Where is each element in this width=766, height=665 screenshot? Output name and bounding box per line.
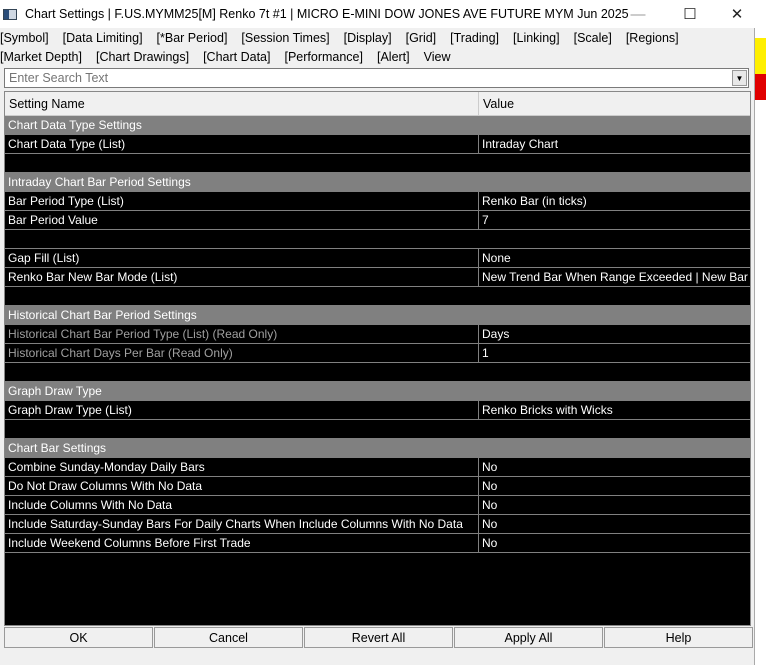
menu-item[interactable]: [Chart Data]	[203, 50, 270, 64]
setting-row[interactable]: Historical Chart Days Per Bar (Read Only…	[5, 344, 750, 363]
blank-row	[5, 287, 750, 306]
setting-row[interactable]: Bar Period Type (List) Renko Bar (in tick…	[5, 192, 750, 211]
setting-row[interactable]: Combine Sunday-Monday Daily Bars No	[5, 458, 750, 477]
setting-name: Historical Chart Days Per Bar (Read Only…	[5, 344, 479, 362]
menu-item[interactable]: [Regions]	[626, 31, 679, 45]
section-title: Intraday Chart Bar Period Settings	[8, 175, 191, 189]
menu-item[interactable]: [Session Times]	[241, 31, 329, 45]
menu-item[interactable]: [Linking]	[513, 31, 560, 45]
setting-value[interactable]: No	[479, 534, 750, 552]
maximize-button[interactable]: ☐	[667, 0, 713, 28]
blank-row	[5, 154, 750, 173]
setting-name: Include Columns With No Data	[5, 496, 479, 514]
menu-item[interactable]: [Display]	[344, 31, 392, 45]
menu-item[interactable]: View	[424, 50, 451, 64]
search-input[interactable]	[5, 71, 732, 85]
app-icon	[3, 8, 17, 20]
setting-value[interactable]: No	[479, 477, 750, 495]
menu-item[interactable]: [Performance]	[284, 50, 363, 64]
menu-item[interactable]: [Grid]	[406, 31, 437, 45]
menu-item[interactable]: [Chart Drawings]	[96, 50, 189, 64]
setting-value[interactable]: None	[479, 249, 750, 267]
setting-name: Do Not Draw Columns With No Data	[5, 477, 479, 495]
setting-row[interactable]: Renko Bar New Bar Mode (List) New Trend B…	[5, 268, 750, 287]
setting-name: Combine Sunday-Monday Daily Bars	[5, 458, 479, 476]
setting-row[interactable]: Include Saturday-Sunday Bars For Daily C…	[5, 515, 750, 534]
close-button[interactable]: ✕	[714, 0, 760, 28]
blank-row	[5, 420, 750, 439]
settings-grid: Setting Name Value Chart Data Type Setti…	[4, 91, 751, 626]
apply-all-button[interactable]: Apply All	[454, 627, 603, 648]
section-header[interactable]: Historical Chart Bar Period Settings	[5, 306, 750, 325]
setting-row[interactable]: Historical Chart Bar Period Type (List) …	[5, 325, 750, 344]
button-bar: OK Cancel Revert All Apply All Help	[4, 627, 754, 648]
ok-button[interactable]: OK	[4, 627, 153, 648]
chevron-down-icon[interactable]: ▼	[732, 70, 747, 86]
setting-name: Chart Data Type (List)	[5, 135, 479, 153]
setting-name: Renko Bar New Bar Mode (List)	[5, 268, 479, 286]
minimize-button[interactable]: —	[615, 0, 661, 28]
section-title: Graph Draw Type	[8, 384, 102, 398]
setting-name: Gap Fill (List)	[5, 249, 479, 267]
section-header[interactable]: Chart Data Type Settings	[5, 116, 750, 135]
menu-item[interactable]: [*Bar Period]	[157, 31, 228, 45]
setting-name: Historical Chart Bar Period Type (List) …	[5, 325, 479, 343]
column-header-setting-name[interactable]: Setting Name	[5, 92, 479, 115]
title-bar: Chart Settings | F.US.MYMM25[M] Renko 7t…	[0, 0, 755, 28]
revert-all-button[interactable]: Revert All	[304, 627, 453, 648]
setting-row[interactable]: Chart Data Type (List) Intraday Chart	[5, 135, 750, 154]
blank-row	[5, 230, 750, 249]
section-title: Chart Data Type Settings	[8, 118, 142, 132]
help-button[interactable]: Help	[604, 627, 753, 648]
search-box[interactable]: ▼	[4, 68, 749, 88]
setting-value[interactable]: Renko Bar (in ticks)	[479, 192, 750, 210]
section-header[interactable]: Chart Bar Settings	[5, 439, 750, 458]
column-header-value[interactable]: Value	[479, 92, 514, 115]
setting-value[interactable]: No	[479, 515, 750, 533]
setting-value: Days	[482, 327, 510, 341]
setting-row[interactable]: Do Not Draw Columns With No Data No	[5, 477, 750, 496]
setting-value: 1	[482, 346, 489, 360]
section-header[interactable]: Intraday Chart Bar Period Settings	[5, 173, 750, 192]
setting-name: Bar Period Type (List)	[5, 192, 479, 210]
setting-value[interactable]: Renko Bricks with Wicks	[479, 401, 750, 419]
settings-rows: Chart Data Type Settings Chart Data Type …	[5, 116, 750, 553]
setting-name: Include Weekend Columns Before First Tra…	[5, 534, 479, 552]
menu-item[interactable]: [Data Limiting]	[63, 31, 143, 45]
menu-item[interactable]: [Alert]	[377, 50, 410, 64]
blank-row	[5, 363, 750, 382]
setting-name: Bar Period Value	[5, 211, 479, 229]
chart-settings-window: Chart Settings | F.US.MYMM25[M] Renko 7t…	[0, 0, 755, 665]
background-chart-edge	[755, 0, 766, 665]
setting-row[interactable]: Graph Draw Type (List) Renko Bricks with …	[5, 401, 750, 420]
setting-name: Include Saturday-Sunday Bars For Daily C…	[5, 515, 479, 533]
section-title: Historical Chart Bar Period Settings	[8, 308, 197, 322]
setting-name: Graph Draw Type (List)	[5, 401, 479, 419]
setting-row[interactable]: Gap Fill (List) None	[5, 249, 750, 268]
section-header[interactable]: Graph Draw Type	[5, 382, 750, 401]
setting-value[interactable]: No	[479, 458, 750, 476]
menu-item[interactable]: [Scale]	[574, 31, 612, 45]
cancel-button[interactable]: Cancel	[154, 627, 303, 648]
setting-value[interactable]: 7	[479, 211, 750, 229]
section-title: Chart Bar Settings	[8, 441, 107, 455]
menu-item[interactable]: [Symbol]	[0, 31, 49, 45]
setting-row[interactable]: Bar Period Value 7	[5, 211, 750, 230]
setting-value[interactable]: New Trend Bar When Range Exceeded | New …	[479, 268, 750, 286]
setting-value[interactable]: Intraday Chart	[479, 135, 750, 153]
menu-row-2: [Market Depth] [Chart Drawings] [Chart Dat…	[0, 50, 465, 64]
grid-header: Setting Name Value	[5, 92, 750, 116]
setting-row[interactable]: Include Columns With No Data No	[5, 496, 750, 515]
setting-row[interactable]: Include Weekend Columns Before First Tra…	[5, 534, 750, 553]
menu-item[interactable]: [Trading]	[450, 31, 499, 45]
setting-value[interactable]: No	[479, 496, 750, 514]
menu-item[interactable]: [Market Depth]	[0, 50, 82, 64]
window-title: Chart Settings | F.US.MYMM25[M] Renko 7t…	[25, 7, 629, 21]
menu-row-1: [Symbol] [Data Limiting] [*Bar Period] [Ses…	[0, 31, 693, 45]
